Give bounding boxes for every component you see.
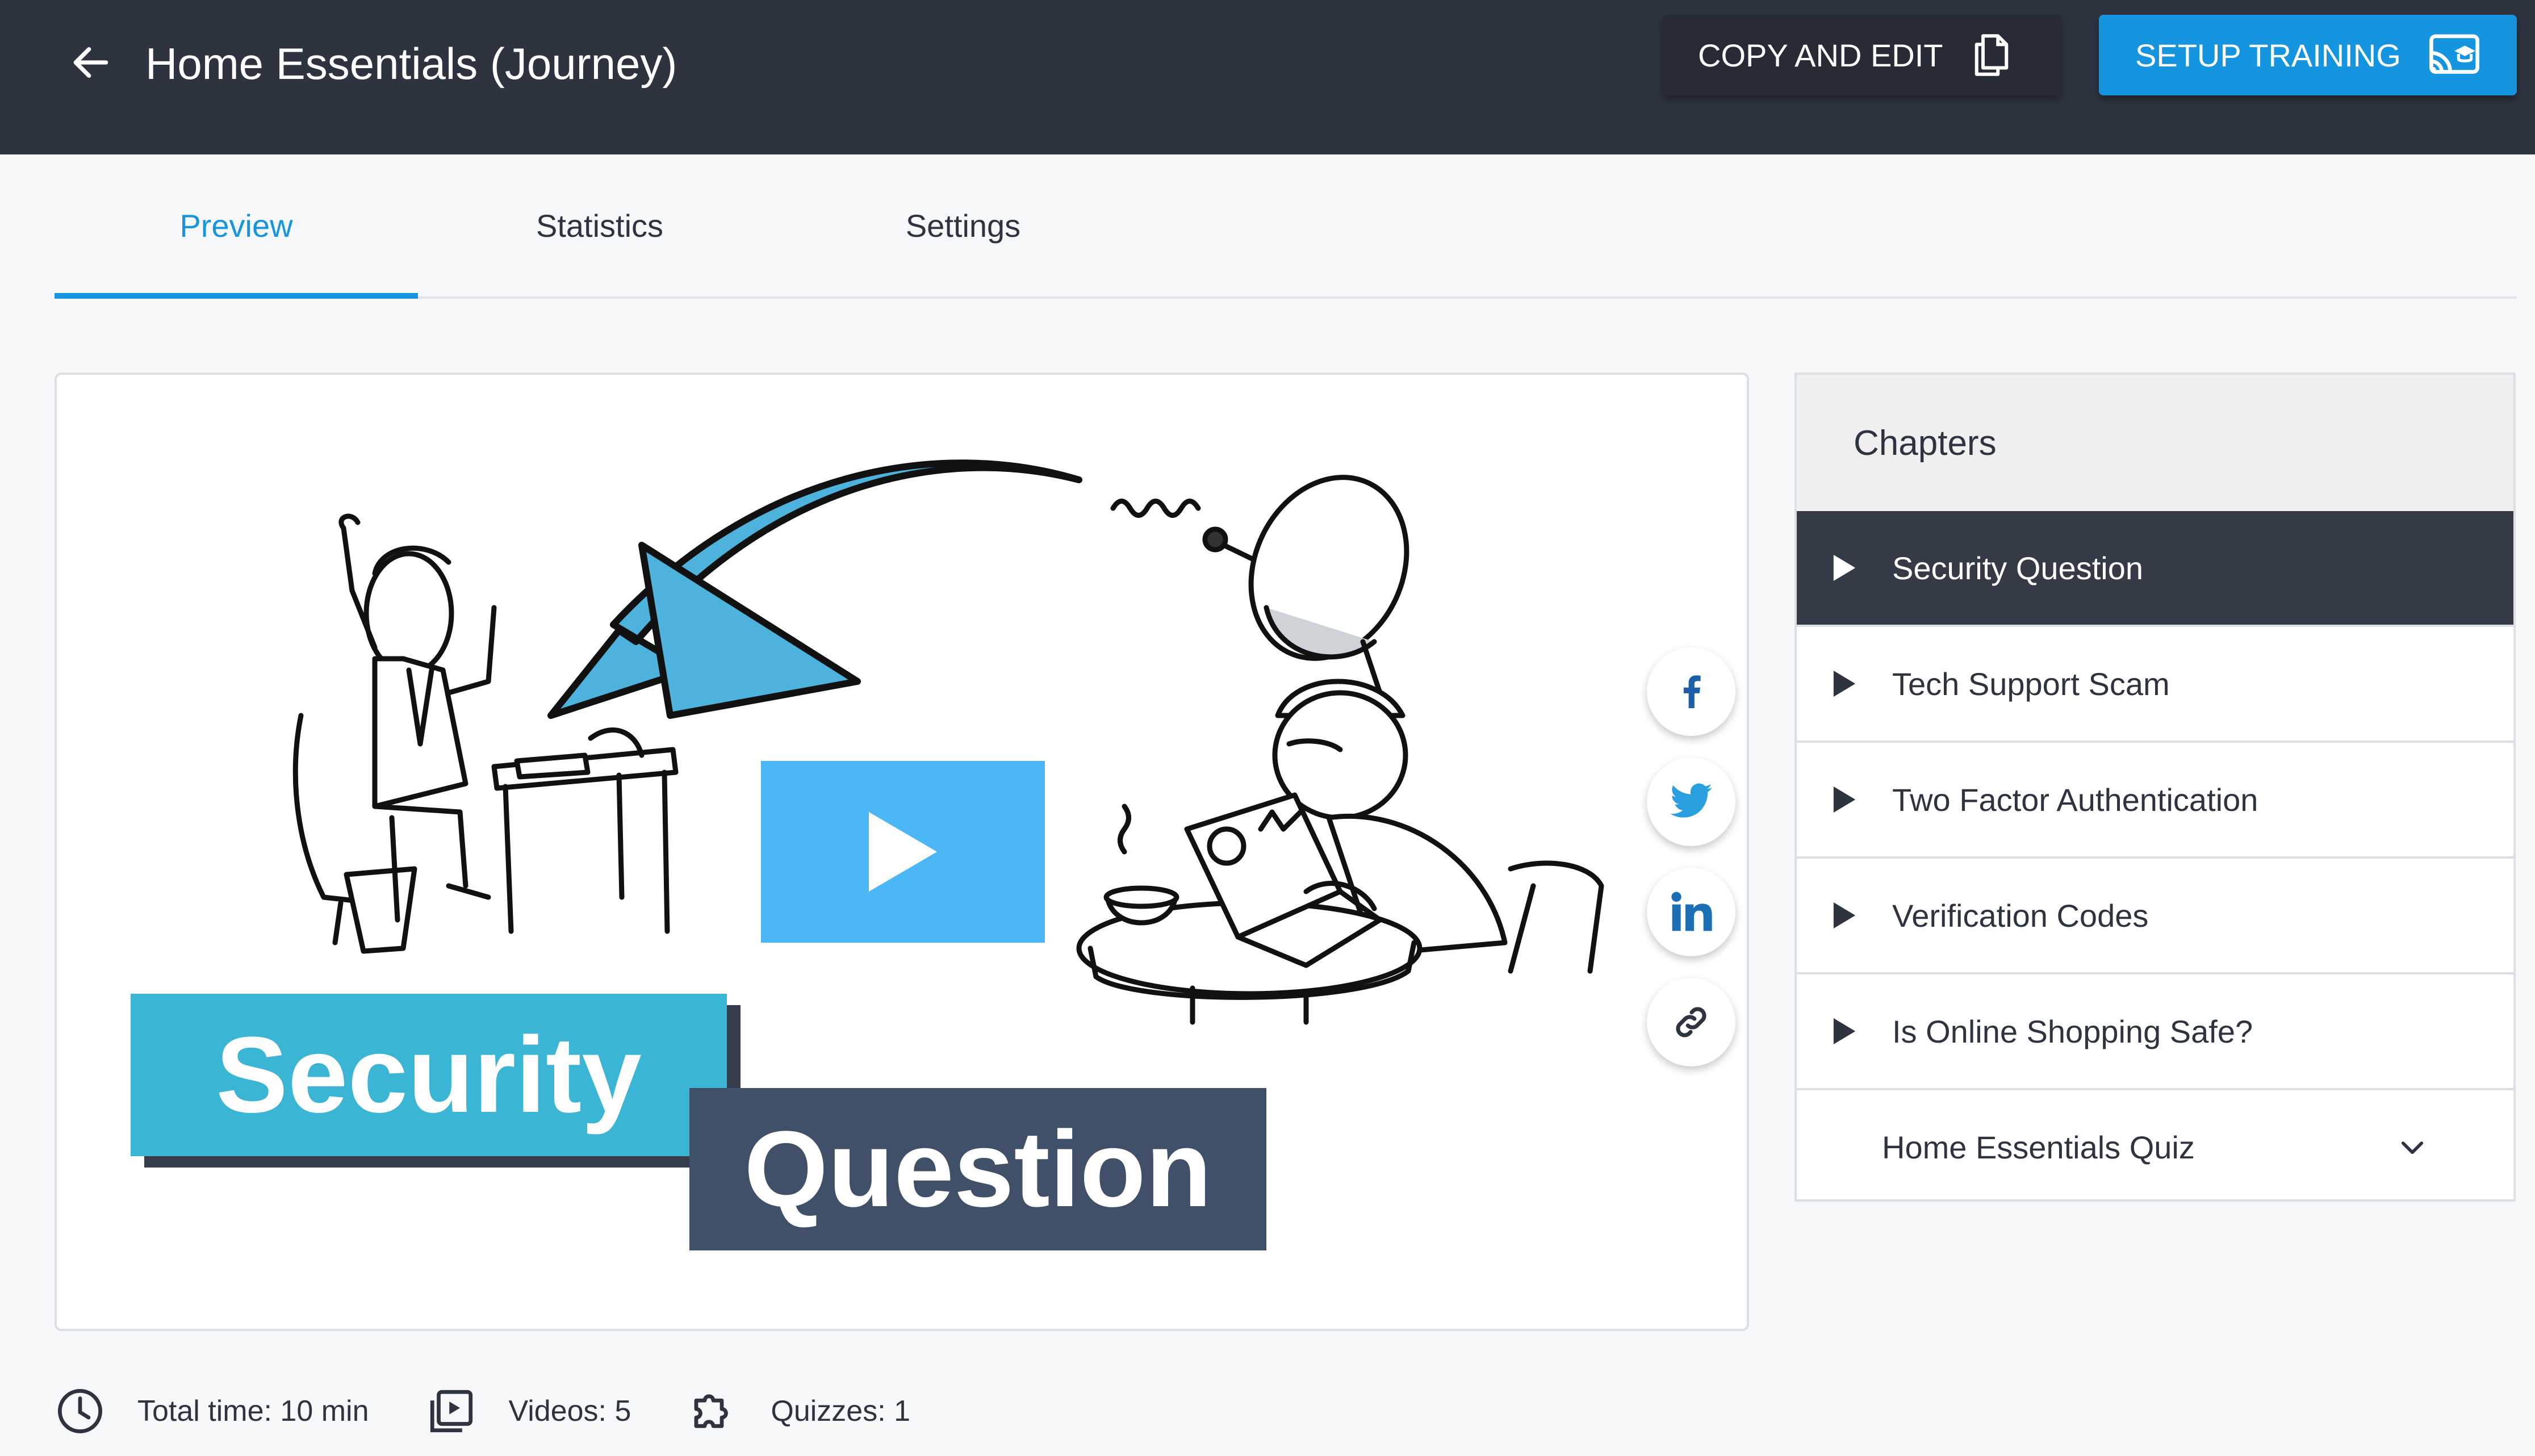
play-triangle-icon	[1833, 1018, 1860, 1044]
chapter-item-verification-codes[interactable]: Verification Codes	[1797, 856, 2513, 972]
thumbnail-title-line2: Question	[689, 1088, 1266, 1250]
video-library-icon	[430, 1390, 472, 1433]
chapter-item-online-shopping[interactable]: Is Online Shopping Safe?	[1797, 972, 2513, 1088]
tab-bar: Preview Statistics Settings	[55, 154, 2517, 299]
page-title: Home Essentials (Journey)	[145, 39, 677, 89]
tab-preview[interactable]: Preview	[55, 154, 418, 299]
quizzes-count-text: Quizzes: 1	[771, 1395, 911, 1428]
tab-settings[interactable]: Settings	[781, 154, 1145, 296]
chapter-item-two-factor-authentication[interactable]: Two Factor Authentication	[1797, 740, 2513, 856]
quiz-label: Home Essentials Quiz	[1882, 1129, 2195, 1165]
linkedin-icon	[1671, 892, 1712, 931]
facebook-icon	[1683, 675, 1701, 709]
chapter-item-tech-support-scam[interactable]: Tech Support Scam	[1797, 625, 2513, 740]
journey-stats: Total time: 10 min Videos: 5 Quizzes: 1	[55, 1380, 967, 1442]
stat-total-time: Total time: 10 min	[55, 1386, 369, 1437]
chapter-label: Is Online Shopping Safe?	[1892, 1013, 2253, 1049]
twitter-icon	[1670, 783, 1712, 818]
video-preview[interactable]: Security Question	[55, 373, 1749, 1331]
clock-icon	[58, 1389, 102, 1433]
chapter-label: Verification Codes	[1892, 897, 2149, 934]
arrow-left-icon	[73, 47, 108, 78]
setup-training-button[interactable]: SETUP TRAINING	[2099, 15, 2517, 95]
thumbnail-title-line1: Security	[131, 994, 727, 1156]
setup-training-label: SETUP TRAINING	[2135, 37, 2401, 73]
puzzle-icon	[695, 1394, 729, 1428]
play-icon	[869, 812, 937, 892]
play-button[interactable]	[761, 761, 1045, 943]
videos-count-text: Videos: 5	[508, 1395, 631, 1428]
chapter-label: Tech Support Scam	[1892, 666, 2170, 702]
chapter-label: Security Question	[1892, 550, 2143, 586]
share-twitter-button[interactable]	[1647, 758, 1735, 846]
chapters-panel: Chapters Security Question Tech Support …	[1794, 373, 2516, 1202]
tab-statistics[interactable]: Statistics	[418, 154, 781, 296]
play-triangle-icon	[1833, 555, 1860, 581]
cast-training-icon	[2429, 34, 2479, 74]
play-triangle-icon	[1833, 671, 1860, 697]
back-button[interactable]	[62, 34, 119, 91]
chapters-header: Chapters	[1797, 375, 2513, 511]
chevron-down-icon[interactable]	[2396, 1131, 2428, 1163]
total-time-text: Total time: 10 min	[137, 1395, 369, 1428]
share-facebook-button[interactable]	[1647, 647, 1735, 736]
stat-quizzes: Quizzes: 1	[688, 1386, 910, 1437]
chapter-item-security-question[interactable]: Security Question	[1797, 511, 2513, 625]
top-bar: Home Essentials (Journey) COPY AND EDIT …	[0, 0, 2535, 154]
play-triangle-icon	[1833, 786, 1860, 813]
link-icon	[1676, 1007, 1706, 1037]
stat-videos: Videos: 5	[426, 1386, 631, 1437]
play-triangle-icon	[1833, 902, 1860, 928]
share-link-button[interactable]	[1647, 978, 1735, 1066]
copy-and-edit-button[interactable]: COPY AND EDIT	[1663, 15, 2061, 95]
share-linkedin-button[interactable]	[1647, 868, 1735, 956]
copy-and-edit-label: COPY AND EDIT	[1698, 37, 1943, 73]
copy-icon	[1975, 34, 2008, 76]
chapter-label: Two Factor Authentication	[1892, 781, 2258, 818]
chapter-item-quiz[interactable]: Home Essentials Quiz	[1797, 1088, 2513, 1204]
